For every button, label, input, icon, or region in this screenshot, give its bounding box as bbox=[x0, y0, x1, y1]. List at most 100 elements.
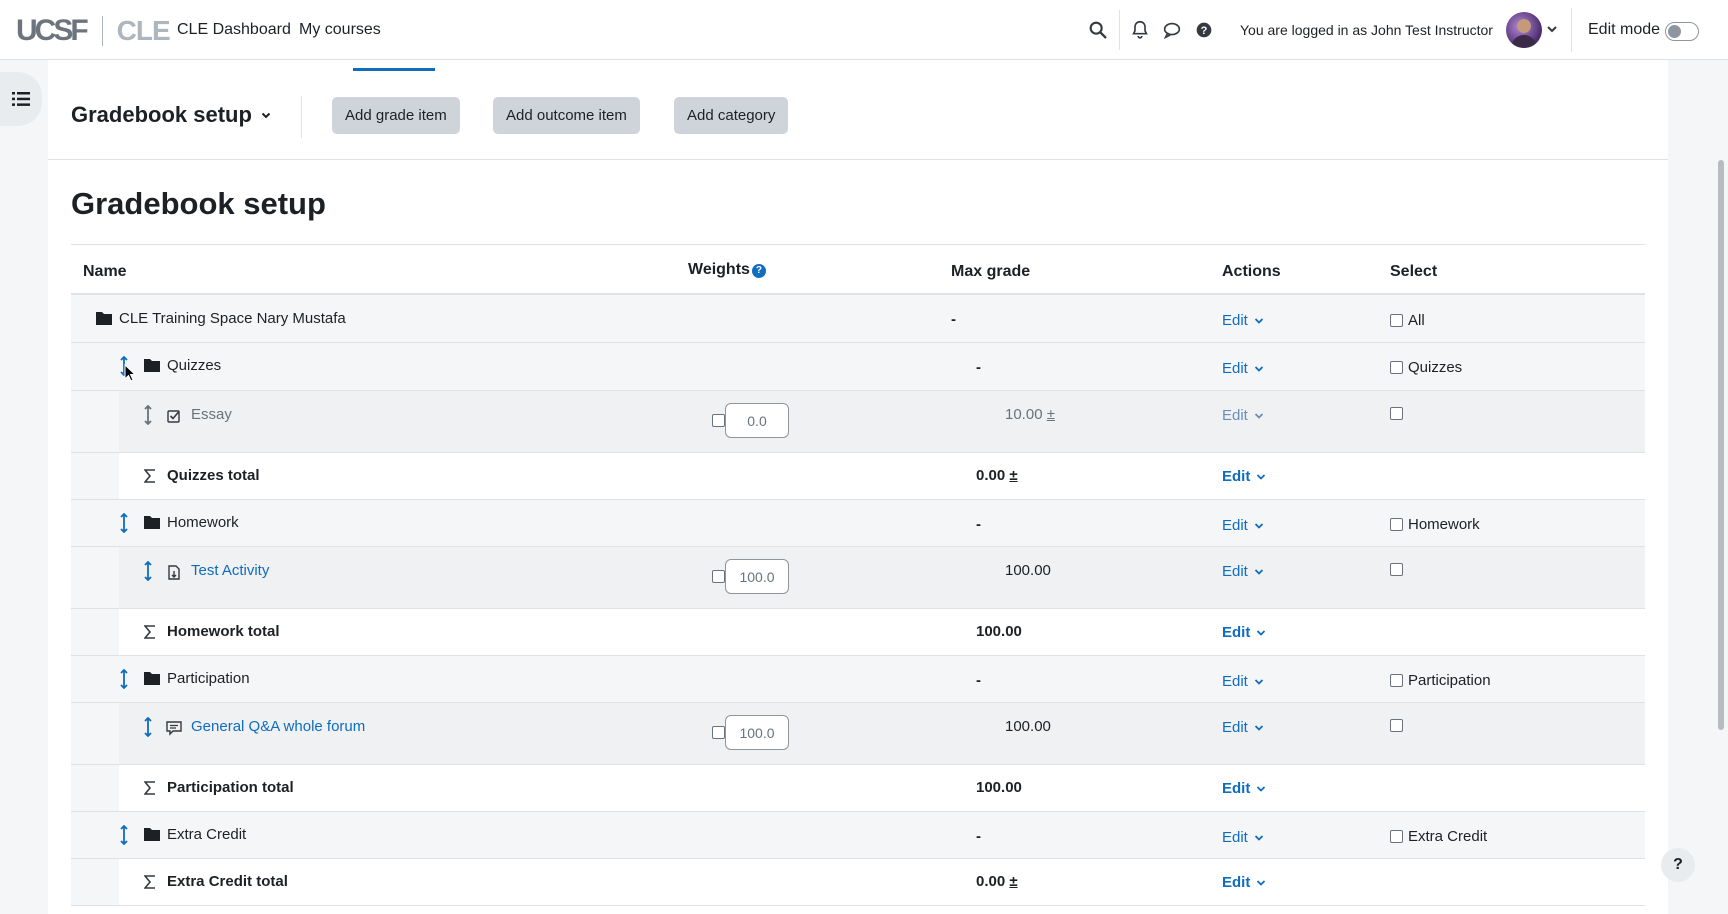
move-icon[interactable] bbox=[144, 405, 152, 425]
weight-input[interactable]: 100.0 bbox=[725, 559, 789, 594]
add-category-button[interactable]: Add category bbox=[674, 97, 789, 134]
move-icon[interactable] bbox=[144, 717, 152, 737]
category-name: Participation bbox=[167, 670, 250, 687]
add-grade-item-button[interactable]: Add grade item bbox=[332, 97, 460, 134]
select-item-checkbox[interactable] bbox=[1390, 563, 1403, 576]
select-category-checkbox[interactable] bbox=[1390, 361, 1403, 374]
edit-menu[interactable]: Edit bbox=[1222, 829, 1264, 846]
item-name[interactable]: General Q&A whole forum bbox=[191, 718, 365, 735]
edit-menu[interactable]: Edit bbox=[1222, 563, 1264, 580]
row-indent bbox=[71, 765, 119, 811]
chevron-down-icon bbox=[1257, 879, 1266, 886]
item-name[interactable]: Test Activity bbox=[191, 562, 269, 579]
edit-menu[interactable]: Edit bbox=[1222, 624, 1266, 641]
item-name[interactable]: Essay bbox=[191, 406, 232, 423]
gradebook-select-label: Gradebook setup bbox=[71, 102, 252, 127]
assignment-icon bbox=[167, 410, 180, 423]
max-grade: - bbox=[976, 828, 981, 845]
chevron-down-icon bbox=[261, 112, 271, 119]
help-icon[interactable]: ? bbox=[751, 264, 766, 278]
edit-menu[interactable]: Edit bbox=[1222, 407, 1264, 424]
move-icon[interactable] bbox=[120, 669, 128, 689]
site-logo[interactable]: UCSF CLE bbox=[16, 14, 171, 48]
edit-menu[interactable]: Edit bbox=[1222, 673, 1264, 690]
header-name: Name bbox=[83, 263, 127, 280]
max-grade: - bbox=[976, 672, 981, 689]
edit-menu[interactable]: Edit bbox=[1222, 360, 1264, 377]
bell-icon[interactable] bbox=[1129, 19, 1151, 41]
item-row-background bbox=[119, 547, 1645, 608]
edit-menu[interactable]: Edit bbox=[1222, 517, 1264, 534]
category-name: Homework bbox=[167, 514, 239, 531]
move-icon[interactable] bbox=[120, 513, 128, 533]
help-fab-button[interactable]: ? bbox=[1661, 848, 1695, 882]
max-grade: - bbox=[976, 359, 981, 376]
edit-menu[interactable]: Edit bbox=[1222, 780, 1266, 797]
table-row: Participation total 100.00 Edit bbox=[71, 765, 1645, 812]
row-indent bbox=[71, 547, 119, 608]
login-info: You are logged in as John Test Instructo… bbox=[1240, 22, 1493, 38]
plus-minus-icon: ± bbox=[1009, 873, 1018, 890]
select-category-label: Participation bbox=[1408, 672, 1491, 689]
user-avatar[interactable] bbox=[1506, 12, 1542, 48]
folder-icon bbox=[144, 828, 160, 841]
edit-menu[interactable]: Edit bbox=[1222, 312, 1264, 329]
move-icon[interactable] bbox=[144, 561, 152, 581]
row-indent bbox=[71, 453, 119, 499]
table-row: Quizzes - Edit Quizzes bbox=[71, 343, 1645, 391]
chevron-down-icon bbox=[1257, 473, 1266, 480]
edit-menu[interactable]: Edit bbox=[1222, 719, 1264, 736]
edit-label: Edit bbox=[1222, 780, 1251, 797]
select-category-checkbox[interactable] bbox=[1390, 830, 1403, 843]
weight-input[interactable]: 100.0 bbox=[725, 715, 789, 750]
weight-override-checkbox[interactable] bbox=[712, 726, 725, 739]
edit-menu[interactable]: Edit bbox=[1222, 468, 1266, 485]
folder-icon bbox=[96, 312, 112, 325]
nav-dashboard[interactable]: CLE Dashboard bbox=[177, 21, 291, 39]
folder-icon bbox=[144, 516, 160, 529]
header-select: Select bbox=[1390, 263, 1438, 280]
help-icon[interactable]: ? bbox=[1193, 19, 1215, 41]
scrollbar[interactable] bbox=[1718, 160, 1724, 730]
move-icon[interactable] bbox=[120, 825, 128, 845]
messages-icon[interactable] bbox=[1161, 19, 1183, 41]
weight-input[interactable]: 0.0 bbox=[725, 403, 789, 438]
gradebook-navigation-select[interactable]: Gradebook setup bbox=[71, 102, 272, 128]
total-name: Participation total bbox=[167, 779, 294, 796]
chevron-down-icon[interactable] bbox=[1545, 22, 1559, 36]
max-grade: 100.00 bbox=[976, 623, 1022, 640]
chevron-down-icon bbox=[1254, 678, 1263, 685]
edit-menu[interactable]: Edit bbox=[1222, 874, 1266, 891]
forum-icon bbox=[166, 721, 182, 736]
edit-label: Edit bbox=[1222, 517, 1248, 534]
edit-label: Edit bbox=[1222, 624, 1251, 641]
category-name: Quizzes bbox=[167, 357, 222, 374]
search-icon[interactable] bbox=[1087, 19, 1109, 41]
add-outcome-item-button[interactable]: Add outcome item bbox=[493, 97, 640, 134]
sigma-icon bbox=[144, 781, 155, 795]
max-grade: 0.00 ± bbox=[976, 873, 1018, 890]
weight-override-checkbox[interactable] bbox=[712, 570, 725, 583]
edit-label: Edit bbox=[1222, 829, 1248, 846]
chevron-down-icon bbox=[1254, 568, 1263, 575]
select-category-checkbox[interactable] bbox=[1390, 674, 1403, 687]
logo-cle: CLE bbox=[116, 15, 171, 46]
select-category-checkbox[interactable] bbox=[1390, 518, 1403, 531]
row-indent bbox=[71, 391, 119, 452]
select-item-checkbox[interactable] bbox=[1390, 407, 1403, 420]
select-category-label: Extra Credit bbox=[1408, 828, 1488, 845]
edit-mode-toggle[interactable] bbox=[1665, 22, 1699, 41]
select-all-checkbox[interactable] bbox=[1390, 314, 1403, 327]
edit-label: Edit bbox=[1222, 407, 1248, 424]
nav-my-courses[interactable]: My courses bbox=[299, 21, 381, 39]
row-indent bbox=[71, 609, 119, 655]
max-grade: 100.00 bbox=[1005, 562, 1051, 579]
max-grade: 100.00 bbox=[1005, 718, 1051, 735]
table-row: Homework total 100.00 Edit bbox=[71, 609, 1645, 656]
select-item-checkbox[interactable] bbox=[1390, 719, 1403, 732]
header-weights: Weights? bbox=[688, 261, 766, 279]
chevron-down-icon bbox=[1257, 785, 1266, 792]
chevron-down-icon bbox=[1254, 365, 1263, 372]
weight-override-checkbox[interactable] bbox=[712, 414, 725, 427]
course-index-toggle[interactable] bbox=[0, 72, 42, 126]
